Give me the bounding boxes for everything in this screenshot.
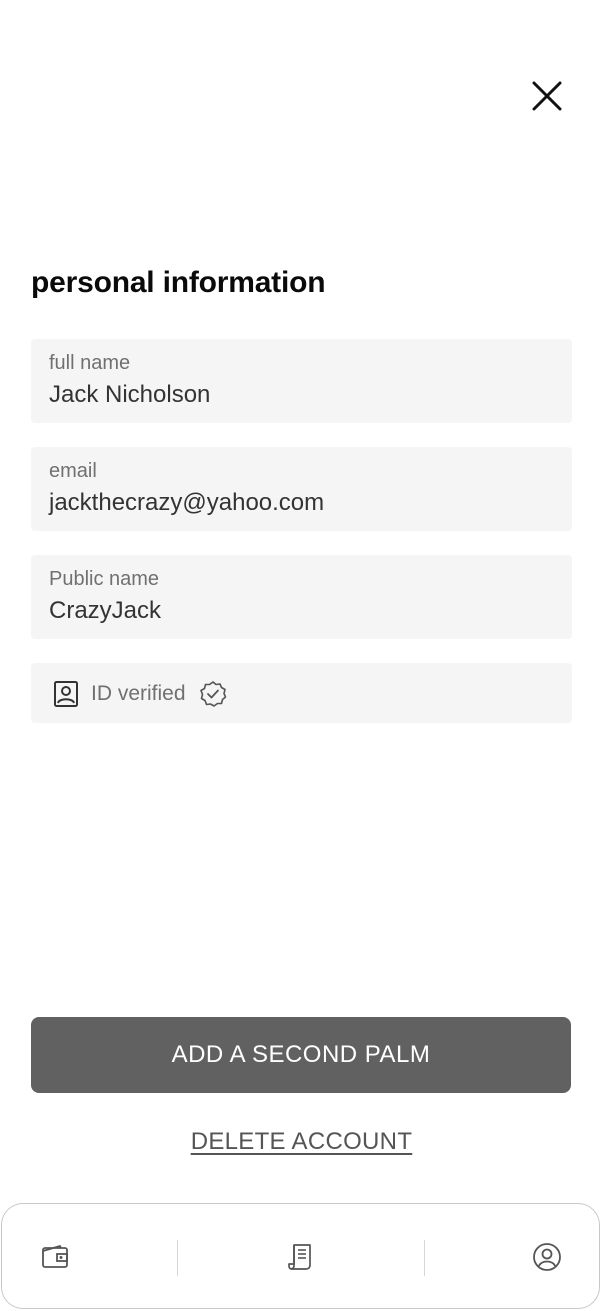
delete-account-link-row: DELETE ACCOUNT — [0, 1128, 603, 1156]
public-name-value[interactable]: CrazyJack — [49, 597, 161, 625]
add-second-palm-button[interactable]: ADD A SECOND PALM — [31, 1017, 571, 1093]
bottom-navigation — [1, 1203, 600, 1309]
id-verified-row: ID verified — [31, 663, 572, 723]
nav-divider — [177, 1240, 178, 1276]
full-name-label: full name — [49, 352, 131, 374]
verified-badge-icon — [200, 681, 227, 707]
nav-divider — [424, 1240, 425, 1276]
email-field[interactable]: email jackthecrazy@yahoo.com — [31, 447, 572, 531]
nav-item-receipts[interactable] — [284, 1240, 318, 1274]
close-icon — [532, 81, 562, 111]
full-name-field[interactable]: full name Jack Nicholson — [31, 339, 572, 423]
nav-item-profile[interactable] — [530, 1240, 564, 1274]
receipt-icon — [288, 1244, 311, 1270]
email-value[interactable]: jackthecrazy@yahoo.com — [49, 489, 324, 517]
page-title: personal information — [31, 266, 326, 299]
profile-icon — [533, 1243, 561, 1271]
delete-account-link[interactable]: DELETE ACCOUNT — [191, 1128, 413, 1155]
public-name-label: Public name — [49, 568, 160, 590]
id-verified-text: ID verified — [91, 682, 186, 705]
close-button[interactable] — [527, 76, 567, 116]
nav-item-wallet[interactable] — [38, 1240, 72, 1274]
full-name-value[interactable]: Jack Nicholson — [49, 381, 210, 409]
id-card-icon — [54, 681, 78, 707]
email-label: email — [49, 460, 97, 482]
wallet-icon — [42, 1245, 68, 1268]
public-name-field[interactable]: Public name CrazyJack — [31, 555, 572, 639]
